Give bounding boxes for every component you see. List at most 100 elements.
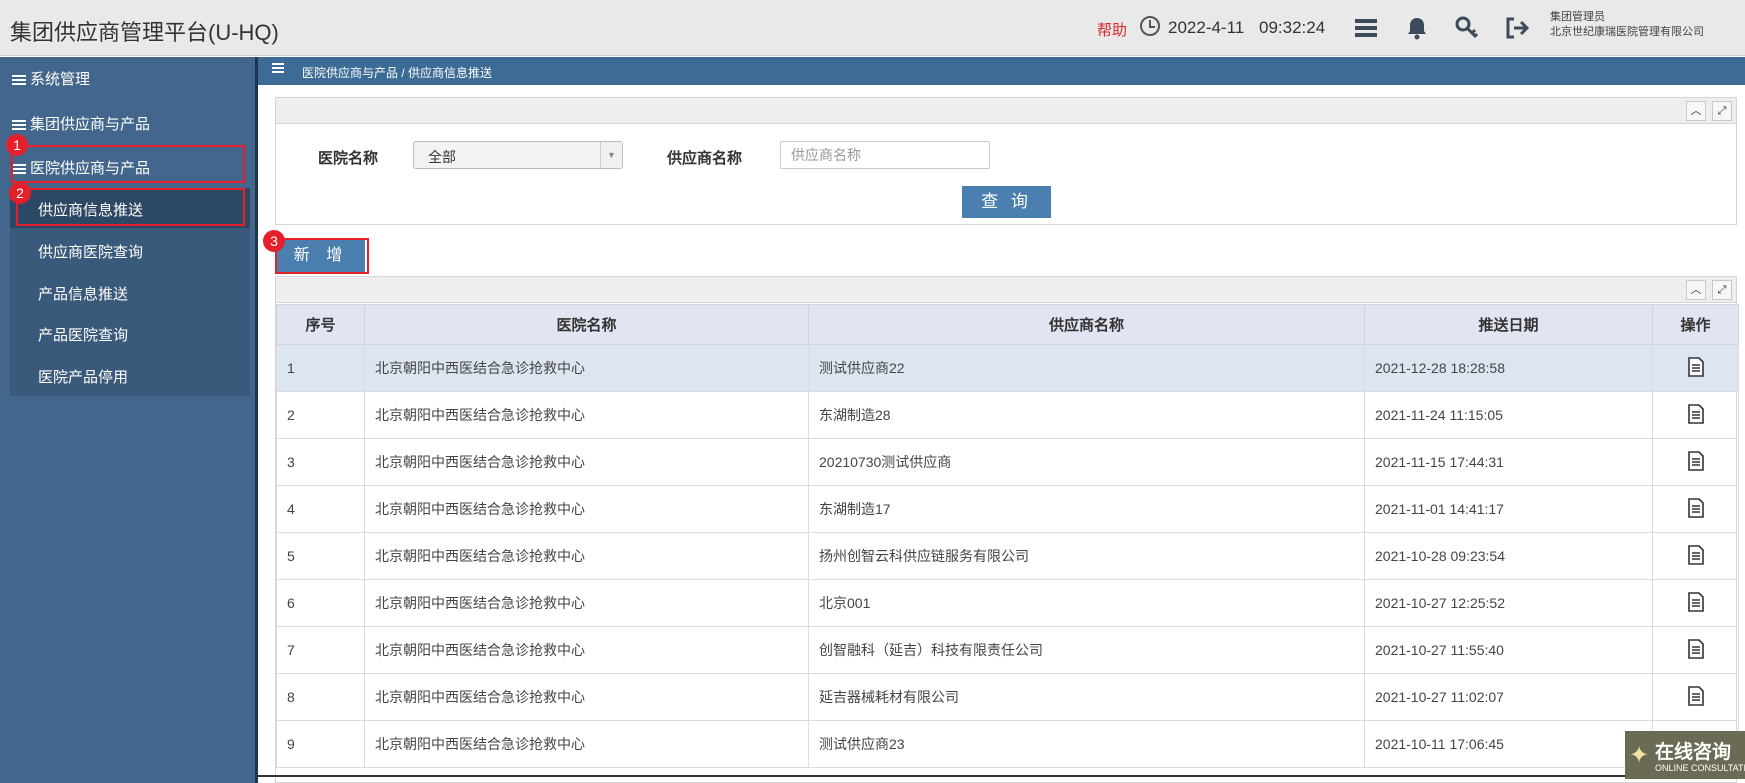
col-header-no[interactable]: 序号	[276, 304, 365, 345]
menu-toggle-icon[interactable]	[272, 63, 284, 73]
table-row[interactable]: 4 北京朝阳中西医结合急诊抢救中心 东湖制造17 2021-11-01 14:4…	[276, 485, 1739, 533]
sidebar-item-label: 系统管理	[30, 71, 91, 88]
collapse-icon[interactable]: ︿	[1686, 101, 1706, 121]
hospital-name-label: 医院名称	[318, 150, 379, 167]
cell-supplier: 扬州创智云科供应链服务有限公司	[808, 532, 1365, 580]
cell-no: 5	[276, 532, 365, 580]
query-button[interactable]: 查 询	[962, 186, 1051, 218]
logout-icon[interactable]	[1504, 15, 1530, 41]
cell-action	[1652, 344, 1739, 392]
hospital-select-value: 全部	[428, 149, 456, 165]
cell-hospital: 北京朝阳中西医结合急诊抢救中心	[364, 485, 809, 533]
document-icon[interactable]	[1687, 685, 1705, 706]
table-row[interactable]: 3 北京朝阳中西医结合急诊抢救中心 20210730测试供应商 2021-11-…	[276, 438, 1739, 486]
table-row[interactable]: 9 北京朝阳中西医结合急诊抢救中心 测试供应商23 2021-10-11 17:…	[276, 720, 1739, 768]
sidebar-item-product-push[interactable]: 产品信息推送	[38, 283, 128, 304]
cell-date: 2021-11-01 14:41:17	[1364, 485, 1653, 533]
table-row[interactable]: 7 北京朝阳中西医结合急诊抢救中心 创智融科（延吉）科技有限责任公司 2021-…	[276, 626, 1739, 674]
sidebar-divider	[255, 57, 258, 783]
highlight-box-2	[16, 188, 245, 226]
clock-icon	[1140, 16, 1160, 36]
sidebar-item-system[interactable]: 系统管理	[12, 68, 90, 89]
sidebar-item-product-hospital-query[interactable]: 产品医院查询	[38, 324, 128, 345]
user-info[interactable]: 集团管理员 北京世纪康瑞医院管理有限公司	[1550, 10, 1704, 40]
cell-date: 2021-11-15 17:44:31	[1364, 438, 1653, 486]
col-header-hospital[interactable]: 医院名称	[364, 304, 809, 345]
document-icon[interactable]	[1687, 403, 1705, 424]
star-icon: ✦	[1629, 742, 1650, 769]
cell-hospital: 北京朝阳中西医结合急诊抢救中心	[364, 626, 809, 674]
app-title: 集团供应商管理平台(U-HQ)	[10, 20, 279, 45]
step-badge-2: 2	[9, 182, 31, 204]
cell-action	[1652, 626, 1739, 674]
bottom-divider	[258, 775, 1745, 777]
supplier-push-table: 序号 医院名称 供应商名称 推送日期 操作 1 北京朝阳中西医结合急诊抢救中心 …	[276, 304, 1739, 768]
collapse-icon[interactable]: ︿	[1686, 280, 1706, 300]
table-row[interactable]: 2 北京朝阳中西医结合急诊抢救中心 东湖制造28 2021-11-24 11:1…	[276, 391, 1739, 439]
cell-no: 9	[276, 720, 365, 768]
cell-supplier: 东湖制造17	[808, 485, 1365, 533]
table-row[interactable]: 5 北京朝阳中西医结合急诊抢救中心 扬州创智云科供应链服务有限公司 2021-1…	[276, 532, 1739, 580]
supplier-name-label: 供应商名称	[667, 150, 743, 167]
hospital-select[interactable]: 全部 ▼	[413, 141, 623, 169]
table-row[interactable]: 1 北京朝阳中西医结合急诊抢救中心 测试供应商22 2021-12-28 18:…	[276, 344, 1739, 392]
cell-supplier: 延吉器械耗材有限公司	[808, 673, 1365, 721]
cell-supplier: 测试供应商22	[808, 344, 1365, 392]
col-header-supplier[interactable]: 供应商名称	[808, 304, 1365, 345]
cell-hospital: 北京朝阳中西医结合急诊抢救中心	[364, 391, 809, 439]
step-badge-3: 3	[263, 230, 285, 252]
col-header-date[interactable]: 推送日期	[1364, 304, 1653, 345]
cell-supplier: 东湖制造28	[808, 391, 1365, 439]
cell-no: 7	[276, 626, 365, 674]
cell-hospital: 北京朝阳中西医结合急诊抢救中心	[364, 673, 809, 721]
cell-action	[1652, 673, 1739, 721]
document-icon[interactable]	[1687, 591, 1705, 612]
cell-hospital: 北京朝阳中西医结合急诊抢救中心	[364, 720, 809, 768]
cell-no: 4	[276, 485, 365, 533]
cell-date: 2021-11-24 11:15:05	[1364, 391, 1653, 439]
sidebar-item-label: 集团供应商与产品	[30, 116, 151, 133]
cell-no: 3	[276, 438, 365, 486]
user-org: 北京世纪康瑞医院管理有限公司	[1550, 26, 1704, 38]
cell-date: 2021-10-27 12:25:52	[1364, 579, 1653, 627]
document-icon[interactable]	[1687, 356, 1705, 377]
supplier-name-input[interactable]	[780, 141, 990, 169]
breadcrumb: 医院供应商与产品 / 供应商信息推送	[302, 66, 493, 80]
header-time: 09:32:24	[1259, 18, 1326, 37]
cell-supplier: 测试供应商23	[808, 720, 1365, 768]
panel-header: ︿ ⤢	[276, 277, 1736, 303]
table-row[interactable]: 6 北京朝阳中西医结合急诊抢救中心 北京001 2021-10-27 12:25…	[276, 579, 1739, 627]
document-icon[interactable]	[1687, 638, 1705, 659]
cell-hospital: 北京朝阳中西医结合急诊抢救中心	[364, 344, 809, 392]
highlight-box-3	[275, 238, 369, 274]
help-link[interactable]: 帮助	[1097, 19, 1127, 40]
cell-no: 2	[276, 391, 365, 439]
online-consult-widget[interactable]: ✦ 在线咨询 ONLINE CONSULTATION	[1625, 731, 1745, 779]
highlight-box-1	[11, 145, 245, 183]
bell-icon[interactable]	[1404, 15, 1430, 41]
cell-hospital: 北京朝阳中西医结合急诊抢救中心	[364, 579, 809, 627]
cell-date: 2021-12-28 18:28:58	[1364, 344, 1653, 392]
cell-action	[1652, 438, 1739, 486]
table-header-row: 序号 医院名称 供应商名称 推送日期 操作	[276, 304, 1739, 345]
online-consult-subtitle: ONLINE CONSULTATION	[1655, 763, 1745, 773]
sidebar-item-supplier-hospital-query[interactable]: 供应商医院查询	[38, 241, 143, 262]
menu-icon	[12, 75, 26, 86]
table-row[interactable]: 8 北京朝阳中西医结合急诊抢救中心 延吉器械耗材有限公司 2021-10-27 …	[276, 673, 1739, 721]
cell-hospital: 北京朝阳中西医结合急诊抢救中心	[364, 438, 809, 486]
document-icon[interactable]	[1687, 450, 1705, 471]
cell-action	[1652, 579, 1739, 627]
step-badge-1: 1	[6, 134, 28, 156]
online-consult-title: 在线咨询	[1655, 742, 1732, 763]
cell-supplier: 20210730测试供应商	[808, 438, 1365, 486]
list-icon[interactable]	[1353, 15, 1379, 41]
document-icon[interactable]	[1687, 544, 1705, 565]
panel-header: ︿ ⤢	[276, 98, 1736, 124]
expand-icon[interactable]: ⤢	[1712, 101, 1732, 121]
sidebar-item-product-disable[interactable]: 医院产品停用	[38, 366, 128, 387]
cell-action	[1652, 532, 1739, 580]
key-icon[interactable]	[1454, 15, 1480, 41]
sidebar-item-group-supplier[interactable]: 集团供应商与产品	[12, 113, 150, 134]
expand-icon[interactable]: ⤢	[1712, 280, 1732, 300]
document-icon[interactable]	[1687, 497, 1705, 518]
